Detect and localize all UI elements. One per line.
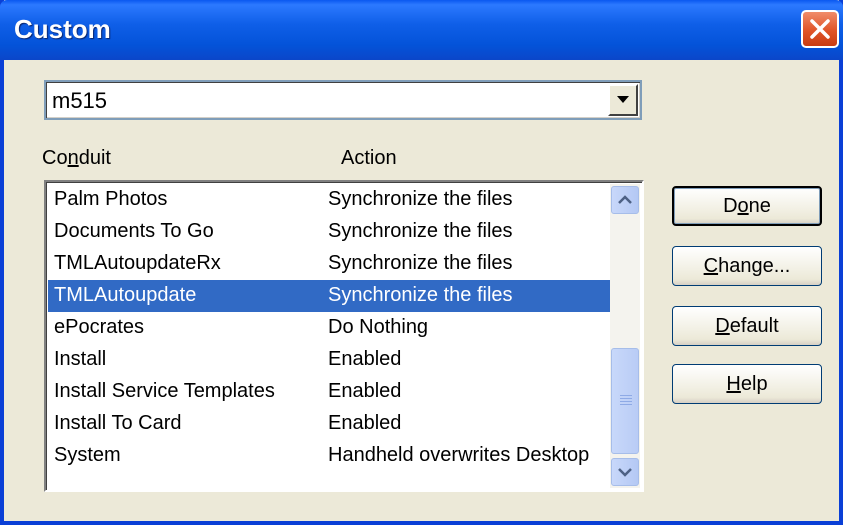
done-button[interactable]: Done [672,186,822,226]
thumb-grip [620,404,632,405]
conduit-name: Documents To Go [54,220,214,242]
list-row[interactable]: TMLAutoupdate Synchronize the files [48,280,612,312]
custom-dialog: Custom m515 Conduit Action Palm Photos Sy… [0,0,843,525]
conduit-name: System [54,444,121,466]
device-combo[interactable]: m515 [44,80,642,120]
change-label-post: hange... [718,255,791,277]
conduit-action: Synchronize the files [328,188,513,210]
scroll-up-button[interactable] [611,186,639,214]
change-label-accel: C [703,255,719,277]
vertical-scrollbar[interactable] [610,184,640,488]
conduit-action: Enabled [328,380,402,402]
list-row[interactable]: System Handheld overwrites Desktop [48,440,612,472]
column-header-conduit-label: Conduit [42,147,111,169]
conduit-name: Install Service Templates [54,380,275,402]
column-header-action: Action [341,147,397,170]
done-label-accel: o [737,195,749,217]
column-header-conduit: Conduit [42,147,111,170]
conduit-name: TMLAutoupdate [54,284,197,306]
conduit-action: Enabled [328,412,402,434]
done-label-post: ne [748,195,771,217]
thumb-grip [620,401,632,402]
window-title: Custom [14,14,111,44]
thumb-grip [620,395,632,396]
help-button[interactable]: Help [672,364,822,404]
conduit-action: Synchronize the files [328,252,513,274]
list-row[interactable]: Install Service Templates Enabled [48,376,612,408]
conduit-action: Synchronize the files [328,220,513,242]
done-label-pre: D [723,195,738,217]
conduit-action: Enabled [328,348,402,370]
scroll-down-button[interactable] [611,458,639,486]
list-row[interactable]: Documents To Go Synchronize the files [48,216,612,248]
combo-dropdown-button[interactable] [608,84,638,116]
scroll-up-icon [618,195,632,204]
column-header-action-label: Action [341,147,397,169]
list-row[interactable]: TMLAutoupdateRx Synchronize the files [48,248,612,280]
close-button[interactable] [801,10,839,48]
chevron-down-icon [617,96,629,103]
default-label-accel: D [715,315,730,337]
change-button[interactable]: Change... [672,246,822,286]
device-combo-value: m515 [52,88,108,113]
list-row[interactable]: Palm Photos Synchronize the files [48,184,612,216]
conduit-list[interactable]: Palm Photos Synchronize the files Document… [44,180,644,492]
help-label-post: elp [740,373,768,395]
thumb-grip [620,398,632,399]
conduit-name: ePocrates [54,316,145,338]
default-button[interactable]: Default [672,306,822,346]
list-row[interactable]: Install To Card Enabled [48,408,612,440]
close-icon [810,19,830,39]
title-bar[interactable]: Custom [0,0,843,60]
list-row[interactable]: Install Enabled [48,344,612,376]
conduit-name: Install To Card [54,412,182,434]
conduit-name: Install [54,348,107,370]
conduit-action: Handheld overwrites Desktop [328,444,590,466]
scrollbar-thumb[interactable] [611,348,639,454]
default-label-post: efault [729,315,779,337]
help-label-accel: H [726,373,741,395]
scroll-down-icon [618,468,632,477]
conduit-action: Synchronize the files [328,284,513,306]
conduit-action: Do Nothing [328,316,429,338]
list-row[interactable]: ePocrates Do Nothing [48,312,612,344]
conduit-name: Palm Photos [54,188,168,210]
conduit-name: TMLAutoupdateRx [54,252,221,274]
